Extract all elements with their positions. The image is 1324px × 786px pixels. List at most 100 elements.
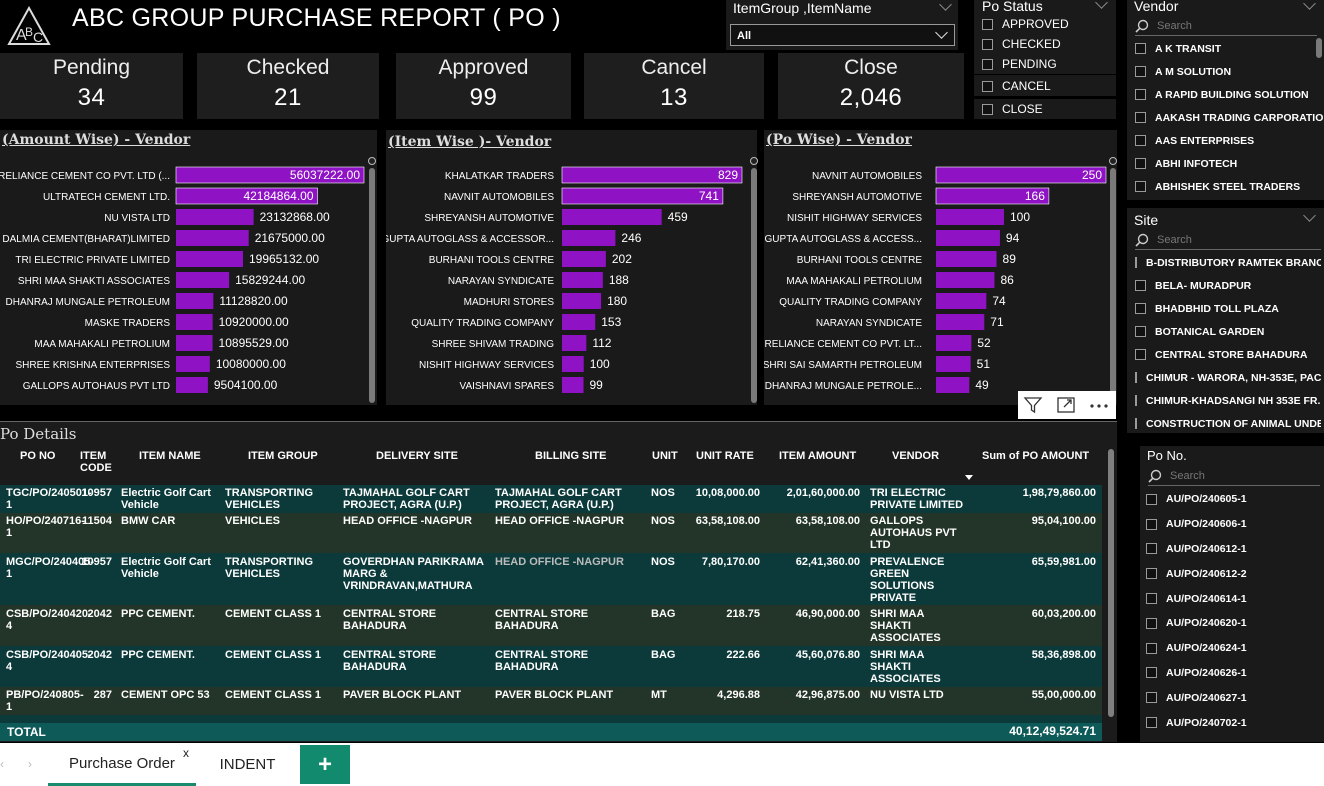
bar[interactable]: [562, 230, 616, 246]
bar[interactable]: [176, 251, 243, 267]
checkbox-icon[interactable]: [1135, 395, 1137, 406]
bar[interactable]: [176, 314, 213, 330]
checkbox-icon[interactable]: [1135, 349, 1146, 360]
checkbox-icon[interactable]: [1135, 112, 1146, 123]
pono-list-item[interactable]: AU/PO/240627-1: [1146, 685, 1247, 710]
kpi-cancel-card[interactable]: Cancel 13: [584, 53, 764, 119]
checkbox-icon[interactable]: [1146, 543, 1157, 555]
bar[interactable]: [562, 377, 584, 393]
tab-indent[interactable]: INDENT: [196, 743, 299, 786]
pono-list-item[interactable]: AU/PO/240606-1: [1146, 512, 1247, 537]
bar[interactable]: [176, 356, 210, 372]
checkbox-icon[interactable]: [1146, 593, 1157, 605]
pono-list-item[interactable]: AU/PO/240620-1: [1146, 611, 1247, 636]
bar[interactable]: [562, 314, 596, 330]
chart-scrollbar[interactable]: [751, 168, 757, 403]
column-header-item-group[interactable]: ITEM GROUP: [248, 450, 338, 462]
checkbox-icon[interactable]: [1146, 568, 1157, 580]
column-header-po-no[interactable]: PO NO: [20, 450, 60, 462]
po-status-option-approved[interactable]: APPROVED: [982, 14, 1069, 34]
checkbox-icon[interactable]: [1135, 66, 1146, 77]
checkbox-icon[interactable]: [1135, 181, 1146, 192]
pono-list-item[interactable]: AU/PO/240614-1: [1146, 586, 1247, 611]
scroll-handle[interactable]: [750, 157, 758, 165]
site-list-item[interactable]: CHIMUR - WARORA, NH-353E, PAC...: [1135, 366, 1321, 389]
table-row[interactable]: HO/PO/240716-1 11504 BMW CAR VEHICLES HE…: [0, 513, 1102, 553]
kpi-checked-card[interactable]: Checked 21: [197, 53, 379, 119]
checkbox-icon[interactable]: [1135, 303, 1146, 314]
table-row[interactable]: CSB/PO/240405-4 2042 PPC CEMENT. CEMENT …: [0, 646, 1102, 687]
sort-descending-icon[interactable]: [965, 475, 973, 480]
column-header-delivery-site[interactable]: DELIVERY SITE: [376, 450, 466, 462]
po-status-option-checked[interactable]: CHECKED: [982, 34, 1069, 54]
bar[interactable]: [936, 209, 1004, 225]
vendor-list-item[interactable]: AAKASH TRADING CARPORATION: [1135, 106, 1324, 129]
tab-scroll-right-icon[interactable]: ›: [28, 757, 32, 771]
tab-purchase-order[interactable]: Purchase Order: [48, 743, 196, 786]
vendor-list-item[interactable]: AAS ENTERPRISES: [1135, 129, 1324, 152]
checkbox-icon[interactable]: [1135, 372, 1137, 383]
checkbox-icon[interactable]: [1146, 617, 1157, 629]
checkbox-icon[interactable]: [1135, 280, 1146, 291]
kpi-approved-card[interactable]: Approved 99: [396, 53, 571, 119]
vendor-scrollbar[interactable]: [1316, 38, 1322, 58]
bar[interactable]: [176, 293, 214, 309]
bar[interactable]: [936, 230, 1000, 246]
bar[interactable]: [562, 272, 603, 288]
tab-close-icon[interactable]: x: [183, 746, 189, 760]
site-search-input[interactable]: Search: [1135, 230, 1321, 250]
checkbox-icon[interactable]: [1135, 257, 1137, 268]
checkbox-icon[interactable]: [1135, 326, 1146, 337]
bar[interactable]: [176, 335, 213, 351]
bar[interactable]: [936, 377, 970, 393]
bar[interactable]: [176, 377, 208, 393]
checkbox-icon[interactable]: [1146, 518, 1157, 530]
column-header-unit[interactable]: UNIT: [652, 450, 692, 462]
chart-scrollbar[interactable]: [1110, 168, 1116, 403]
chart-scrollbar[interactable]: [369, 168, 375, 403]
itemgroup-dropdown[interactable]: All: [730, 24, 955, 46]
table-row[interactable]: MGC/PO/240405-1 10957 Electric Golf Cart…: [0, 553, 1102, 616]
table-row[interactable]: CSB/PO/240420-4 2042 PPC CEMENT. CEMENT …: [0, 605, 1102, 646]
checkbox-icon[interactable]: [1146, 493, 1157, 505]
focus-mode-icon[interactable]: [1055, 394, 1077, 416]
chevron-down-icon[interactable]: [1303, 209, 1316, 222]
bar[interactable]: [562, 209, 662, 225]
add-page-button[interactable]: +: [300, 745, 350, 784]
checkbox-icon[interactable]: [1135, 158, 1146, 169]
checkbox-icon[interactable]: [982, 103, 993, 115]
bar[interactable]: [935, 166, 1107, 184]
bar[interactable]: [561, 166, 743, 184]
bar[interactable]: [562, 251, 606, 267]
site-list-item[interactable]: BHADBHID TOLL PLAZA: [1135, 297, 1321, 320]
pono-list-item[interactable]: AU/PO/240702-1: [1146, 710, 1247, 735]
scroll-handle[interactable]: [1109, 157, 1117, 165]
pono-list-item[interactable]: AU/PO/240626-1: [1146, 661, 1247, 686]
site-list-item[interactable]: BOTANICAL GARDEN: [1135, 320, 1321, 343]
tab-scroll-left-icon[interactable]: ‹: [0, 757, 4, 771]
more-options-icon[interactable]: [1088, 394, 1110, 416]
bar[interactable]: [936, 251, 997, 267]
column-header-item-code[interactable]: ITEM CODE: [80, 450, 112, 474]
pono-list-item[interactable]: AU/PO/240624-1: [1146, 636, 1247, 661]
column-header-item-name[interactable]: ITEM NAME: [139, 450, 229, 462]
bar[interactable]: [936, 356, 971, 372]
pono-search-input[interactable]: Search: [1148, 466, 1320, 486]
checkbox-icon[interactable]: [1135, 418, 1137, 429]
column-header-item-amount[interactable]: ITEM AMOUNT: [779, 450, 859, 462]
table-row[interactable]: TGC/PO/240501-1 10957 Electric Golf Cart…: [0, 485, 1102, 513]
site-list-item[interactable]: CHIMUR-KHADSANGI NH 353E FR...: [1135, 389, 1321, 412]
chevron-down-icon[interactable]: [939, 0, 952, 11]
pono-list-item[interactable]: AU/PO/240612-2: [1146, 561, 1247, 586]
bar[interactable]: [562, 356, 584, 372]
checkbox-icon[interactable]: [1146, 717, 1157, 729]
checkbox-icon[interactable]: [982, 58, 993, 70]
vendor-list-item[interactable]: A K TRANSIT: [1135, 37, 1324, 60]
vendor-list-item[interactable]: ABHI INFOTECH: [1135, 152, 1324, 175]
column-header-sum-po-amount[interactable]: Sum of PO AMOUNT: [982, 450, 1092, 462]
pono-list-item[interactable]: AU/PO/240605-1: [1146, 487, 1247, 512]
site-list-item[interactable]: BELA- MURADPUR: [1135, 274, 1321, 297]
checkbox-icon[interactable]: [1146, 667, 1157, 679]
vendor-list-item[interactable]: ABHISHEK STEEL TRADERS: [1135, 175, 1324, 198]
scroll-handle[interactable]: [368, 157, 376, 165]
